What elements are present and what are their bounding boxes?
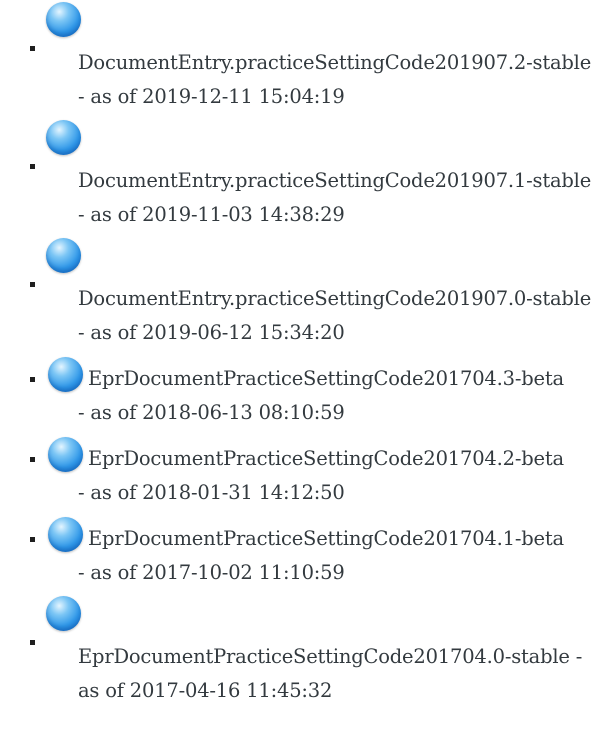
version-name-link[interactable]: EprDocumentPracticeSettingCode201704.3-b… [88,362,604,396]
version-date: - as of 2018-01-31 14:12:50 [78,481,345,504]
bullet-marker [30,164,35,169]
globe-icon [46,120,81,155]
version-name-link[interactable]: DocumentEntry.practiceSettingCode201907.… [78,169,591,192]
version-date: - as of 2019-11-03 14:38:29 [78,203,345,226]
globe-icon [46,2,81,37]
version-item: EprDocumentPracticeSettingCode201704.3-b… [0,357,612,430]
version-item: DocumentEntry.practiceSettingCode201907.… [0,120,612,232]
version-list: DocumentEntry.practiceSettingCode201907.… [0,2,612,708]
globe-icon [46,596,81,631]
globe-icon [48,437,83,472]
globe-icon [46,238,81,273]
version-name-link[interactable]: EprDocumentPracticeSettingCode201704.0-s… [78,645,582,668]
version-date: as of 2017-04-16 11:45:32 [78,679,333,702]
version-date: - as of 2017-10-02 11:10:59 [78,561,345,584]
bullet-marker [30,640,35,645]
version-name-link[interactable]: EprDocumentPracticeSettingCode201704.2-b… [88,442,604,476]
version-name-link[interactable]: DocumentEntry.practiceSettingCode201907.… [78,287,591,310]
version-item: EprDocumentPracticeSettingCode201704.1-b… [0,517,612,590]
version-item: EprDocumentPracticeSettingCode201704.0-s… [0,596,612,708]
version-item: DocumentEntry.practiceSettingCode201907.… [0,2,612,114]
bullet-marker [30,537,35,542]
version-item: EprDocumentPracticeSettingCode201704.2-b… [0,437,612,510]
bullet-marker [30,457,35,462]
version-name-link[interactable]: EprDocumentPracticeSettingCode201704.1-b… [88,522,604,556]
globe-icon [48,357,83,392]
version-name-link[interactable]: DocumentEntry.practiceSettingCode201907.… [78,51,591,74]
version-date: - as of 2019-06-12 15:34:20 [78,321,345,344]
globe-icon [48,517,83,552]
version-date: - as of 2018-06-13 08:10:59 [78,401,345,424]
bullet-marker [30,282,35,287]
bullet-marker [30,377,35,382]
bullet-marker [30,46,35,51]
version-date: - as of 2019-12-11 15:04:19 [78,85,345,108]
version-item: DocumentEntry.practiceSettingCode201907.… [0,238,612,350]
